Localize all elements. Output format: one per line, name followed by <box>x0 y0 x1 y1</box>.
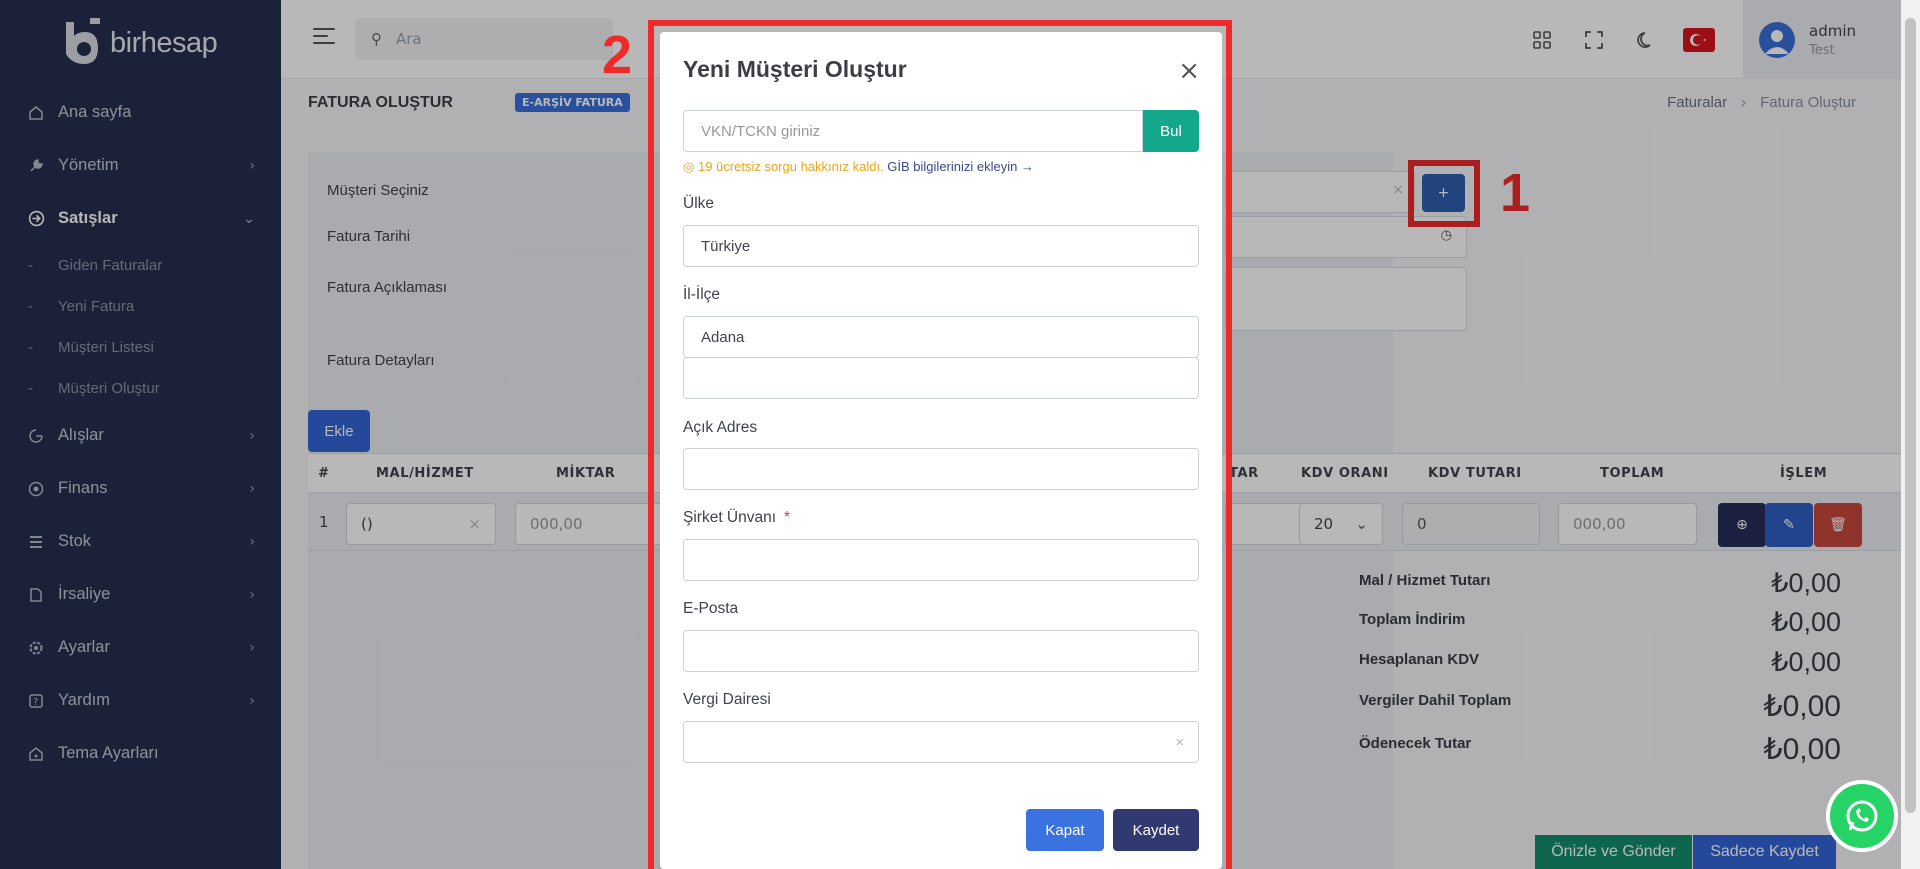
whatsapp-chat-button[interactable] <box>1826 780 1898 852</box>
scrollbar-thumb[interactable] <box>1905 18 1916 813</box>
page-scrollbar[interactable] <box>1901 0 1920 869</box>
annotation-number-2: 2 <box>602 25 633 85</box>
highlight-box-2 <box>648 20 1232 869</box>
whatsapp-icon <box>1846 800 1878 832</box>
